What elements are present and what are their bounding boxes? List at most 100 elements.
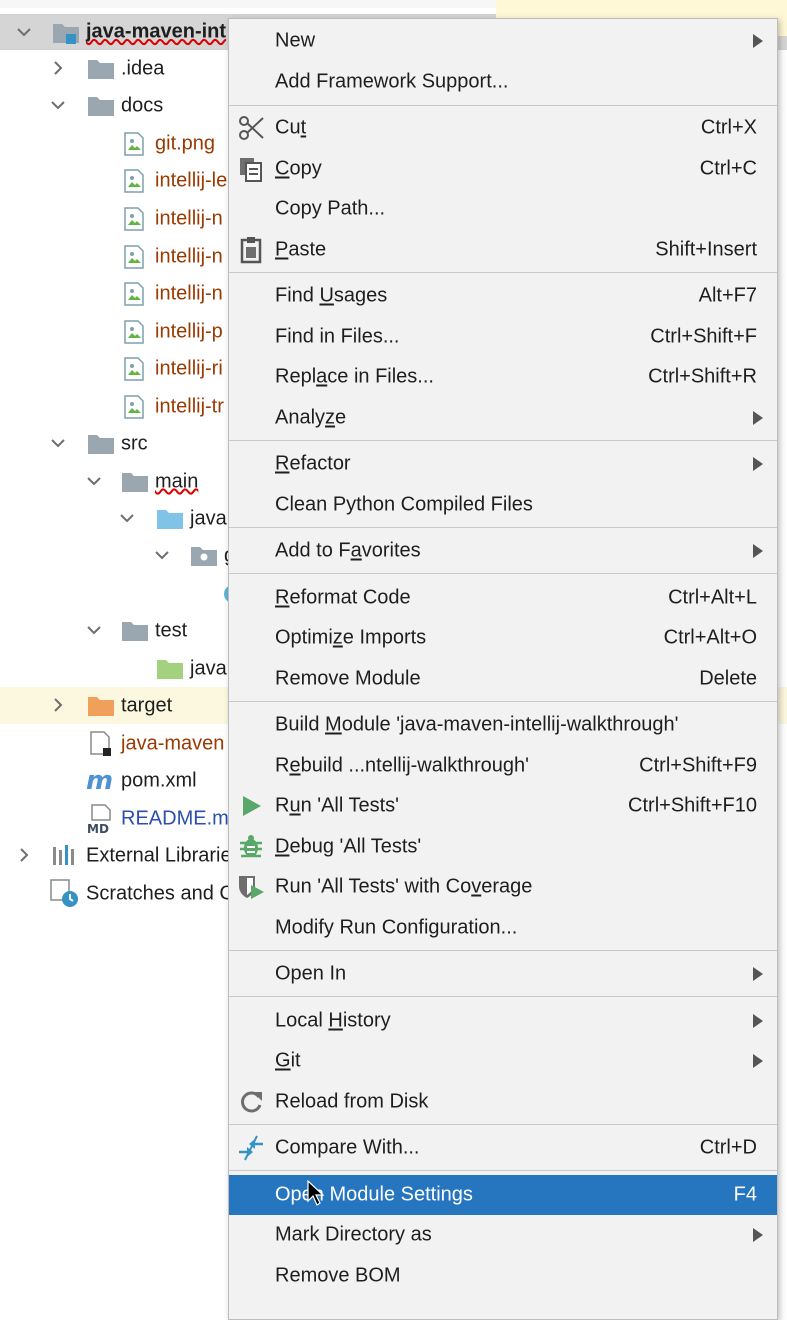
menu-item-paste[interactable]: Paste Shift+Insert (229, 230, 777, 270)
menu-item-refactor[interactable]: Refactor (229, 444, 777, 484)
menu-item-reformat-code[interactable]: Reformat Code Ctrl+Alt+L (229, 578, 777, 618)
tree-item-label: pom.xml (121, 769, 197, 791)
clipboard-icon (237, 236, 265, 264)
menu-item-label: Git (275, 1049, 301, 1072)
menu-item-label: Add Framework Support... (275, 70, 509, 93)
folder-icon (121, 619, 148, 641)
tree-item-label: Scratches and C (86, 882, 234, 904)
menu-separator (229, 1124, 777, 1125)
menu-item-find-usages[interactable]: Find Usages Alt+F7 (229, 276, 777, 316)
chevron-down-icon[interactable] (120, 511, 134, 525)
tree-item-label: git.png (155, 132, 216, 154)
menu-item-add-to-favorites[interactable]: Add to Favorites (229, 531, 777, 571)
menu-separator (229, 996, 777, 997)
scissors-icon (237, 114, 265, 142)
image-file-icon (123, 132, 149, 156)
tree-item-label: java (190, 507, 227, 529)
menu-item-clean-python-compiled-files[interactable]: Clean Python Compiled Files (229, 485, 777, 525)
menu-item-label: Open Module Settings (275, 1183, 473, 1206)
shortcut-label: Ctrl+Alt+O (663, 626, 757, 649)
tree-item-label: intellij-n (155, 245, 223, 267)
menu-item-label: Debug 'All Tests' (275, 835, 422, 858)
submenu-arrow-icon (753, 1228, 763, 1242)
shortcut-label: Ctrl+Shift+F10 (628, 794, 757, 817)
menu-item-label: Remove Module (275, 667, 421, 690)
shortcut-label: Ctrl+Shift+F9 (639, 754, 757, 777)
menu-item-optimize-imports[interactable]: Optimize Imports Ctrl+Alt+O (229, 618, 777, 658)
menu-item-label: Local History (275, 1009, 391, 1032)
menu-item-label: Reformat Code (275, 586, 411, 609)
debug-icon (237, 833, 265, 861)
shortcut-label: Ctrl+X (700, 116, 757, 139)
maven-icon: m (86, 766, 113, 796)
menu-item-remove-module[interactable]: Remove Module Delete (229, 659, 777, 699)
chevron-right-icon[interactable] (51, 61, 65, 75)
scratches-icon (50, 879, 80, 909)
menu-item-label: Mark Directory as (275, 1223, 432, 1246)
context-menu: New Add Framework Support... Cut Ctrl+X … (228, 18, 778, 1320)
image-file-icon (123, 282, 149, 306)
tree-item-label: main (155, 470, 199, 492)
image-file-icon (123, 395, 149, 419)
menu-item-debug-all-tests[interactable]: Debug 'All Tests' (229, 827, 777, 867)
menu-item-copy[interactable]: Copy Ctrl+C (229, 149, 777, 189)
markdown-icon: MD (86, 804, 116, 836)
menu-item-replace-in-files[interactable]: Replace in Files... Ctrl+Shift+R (229, 357, 777, 397)
test-folder-icon (156, 657, 183, 679)
chevron-down-icon[interactable] (87, 623, 101, 637)
image-file-icon (123, 320, 149, 344)
chevron-down-icon[interactable] (51, 436, 65, 450)
menu-item-remove-bom[interactable]: Remove BOM (229, 1256, 777, 1296)
tree-item-label: java (190, 657, 227, 679)
menu-item-copy-path[interactable]: Copy Path... (229, 189, 777, 229)
menu-item-new[interactable]: New (229, 21, 777, 61)
svg-text:MD: MD (87, 822, 109, 834)
shortcut-label: Shift+Insert (655, 238, 757, 261)
tree-item-label: target (121, 694, 173, 716)
menu-item-rebuild-module[interactable]: Rebuild ...ntellij-walkthrough' Ctrl+Shi… (229, 746, 777, 786)
chevron-right-icon[interactable] (17, 848, 31, 862)
menu-separator (229, 272, 777, 273)
menu-item-label: Modify Run Configuration... (275, 916, 518, 939)
submenu-arrow-icon (753, 457, 763, 471)
menu-item-local-history[interactable]: Local History (229, 1001, 777, 1041)
menu-item-label: Rebuild ...ntellij-walkthrough' (275, 754, 529, 777)
chevron-down-icon[interactable] (87, 474, 101, 488)
menu-item-label: Find Usages (275, 284, 388, 307)
tree-item-label: docs (121, 94, 164, 116)
tree-root-label: java-maven-int (86, 20, 227, 43)
menu-item-label: Paste (275, 238, 327, 261)
menu-item-label: Remove BOM (275, 1264, 401, 1287)
shortcut-label: Ctrl+Shift+F (650, 325, 757, 348)
menu-item-label: Reload from Disk (275, 1090, 429, 1113)
menu-item-label: New (275, 29, 316, 52)
menu-item-cut[interactable]: Cut Ctrl+X (229, 108, 777, 148)
menu-item-build-module[interactable]: Build Module 'java-maven-intellij-walkth… (229, 705, 777, 745)
menu-separator (229, 573, 777, 574)
menu-item-label: Analyze (275, 406, 347, 429)
compare-icon (237, 1134, 265, 1162)
shortcut-label: Ctrl+Alt+L (668, 586, 757, 609)
menu-item-analyze[interactable]: Analyze (229, 398, 777, 438)
chevron-down-icon[interactable] (51, 98, 65, 112)
menu-item-modify-run-configuration[interactable]: Modify Run Configuration... (229, 908, 777, 948)
submenu-arrow-icon (753, 544, 763, 558)
menu-item-add-framework-support[interactable]: Add Framework Support... (229, 62, 777, 102)
menu-item-compare-with[interactable]: Compare With... Ctrl+D (229, 1128, 777, 1168)
menu-item-reload-from-disk[interactable]: Reload from Disk (229, 1082, 777, 1122)
menu-item-run-with-coverage[interactable]: Run 'All Tests' with Coverage (229, 867, 777, 907)
menu-item-mark-directory-as[interactable]: Mark Directory as (229, 1215, 777, 1255)
chevron-down-icon[interactable] (17, 25, 31, 39)
menu-item-run-all-tests[interactable]: Run 'All Tests' Ctrl+Shift+F10 (229, 786, 777, 826)
menu-item-label: Add to Favorites (275, 539, 421, 562)
menu-separator (229, 527, 777, 528)
menu-separator (229, 440, 777, 441)
menu-item-git[interactable]: Git (229, 1041, 777, 1081)
chevron-down-icon[interactable] (155, 548, 169, 562)
tree-item-label: intellij-tr (155, 395, 224, 417)
menu-item-label: Clean Python Compiled Files (275, 493, 533, 516)
menu-item-find-in-files[interactable]: Find in Files... Ctrl+Shift+F (229, 317, 777, 357)
chevron-right-icon[interactable] (51, 698, 65, 712)
menu-item-open-in[interactable]: Open In (229, 954, 777, 994)
submenu-arrow-icon (753, 34, 763, 48)
